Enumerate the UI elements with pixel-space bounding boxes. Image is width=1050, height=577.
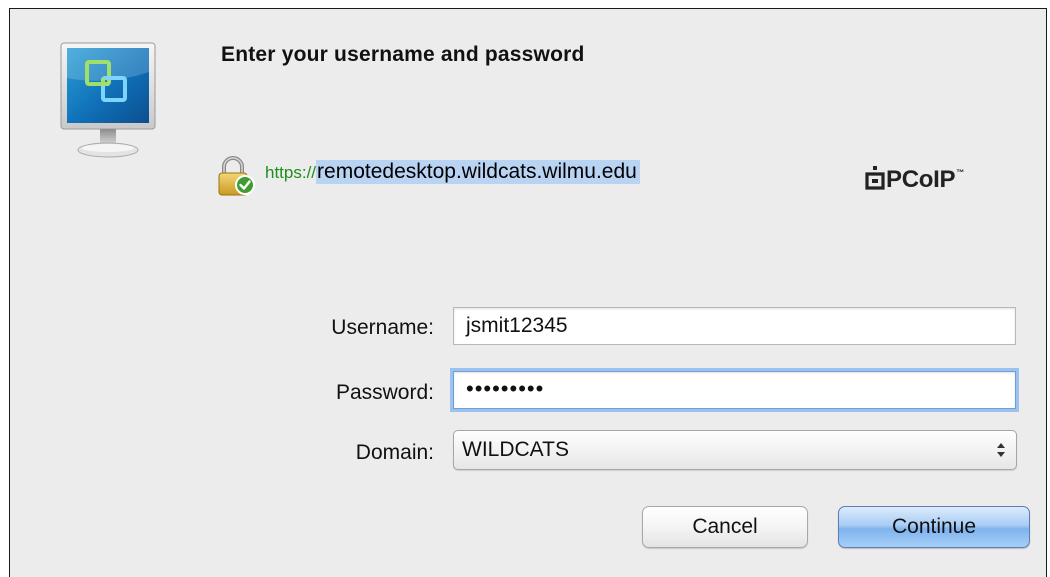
pcoip-wordmark: PCoIP	[886, 166, 956, 193]
domain-selected-value: WILDCATS	[462, 438, 569, 461]
domain-select[interactable]: WILDCATS	[453, 430, 1017, 470]
password-field[interactable]: •••••••••	[453, 371, 1016, 409]
updown-arrows-icon	[997, 443, 1005, 457]
cancel-button[interactable]: Cancel	[642, 506, 808, 548]
pcoip-glyph-icon	[865, 166, 885, 190]
url-scheme: https://	[265, 163, 317, 182]
dialog-title: Enter your username and password	[221, 43, 585, 66]
monitor-app-icon	[60, 42, 156, 164]
username-label: Username:	[331, 316, 434, 339]
server-url[interactable]: https://remotedesktop.wildcats.wilmu.edu	[265, 159, 640, 186]
username-field[interactable]: jsmit12345	[453, 307, 1016, 345]
login-dialog: Enter your username and password https:/…	[9, 8, 1047, 577]
url-host: remotedesktop.wildcats.wilmu.edu	[316, 160, 640, 184]
domain-label: Domain:	[355, 441, 434, 464]
secure-lock-icon	[217, 155, 257, 197]
pcoip-trademark: ™	[956, 168, 965, 177]
password-label: Password:	[335, 381, 434, 404]
continue-button[interactable]: Continue	[838, 506, 1030, 548]
pcoip-logo: PCoIP ™	[865, 165, 964, 197]
